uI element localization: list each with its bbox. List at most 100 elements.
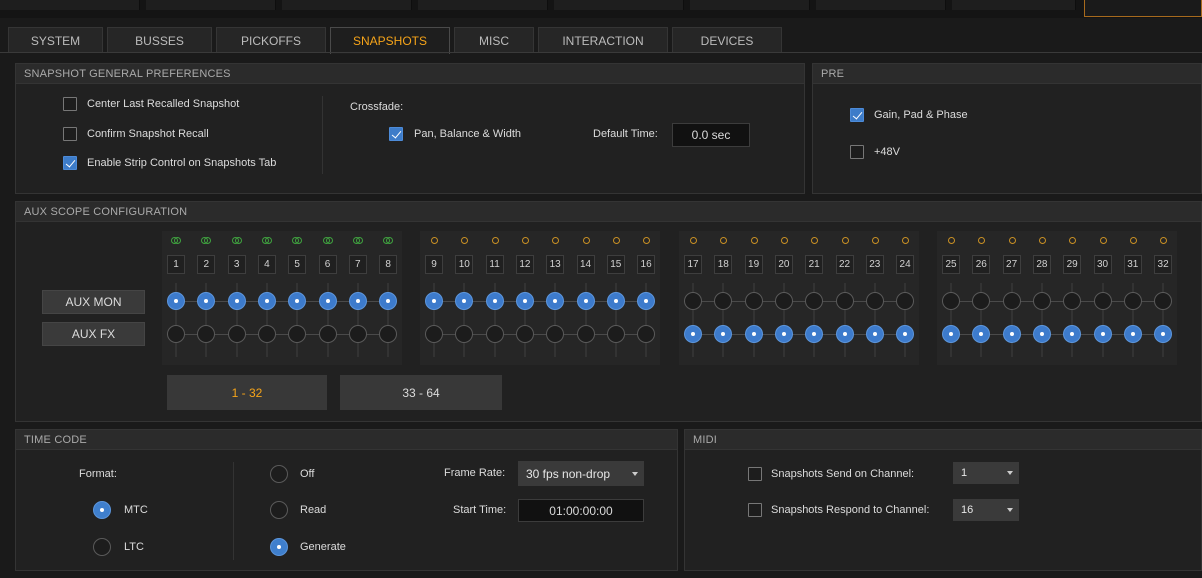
aux-fx-toggle[interactable] [972,325,991,343]
aux-mon-toggle[interactable] [606,292,625,310]
aux-fx-toggle[interactable] [288,325,307,343]
aux-mon-toggle[interactable] [865,292,884,310]
aux-fx-toggle[interactable] [1032,325,1051,343]
aux-fx-toggle[interactable] [197,325,216,343]
aux-fx-toggle[interactable] [546,325,565,343]
aux-mon-toggle[interactable] [197,292,216,310]
tab-snapshots[interactable]: SNAPSHOTS [330,27,450,54]
aux-mon-toggle[interactable] [714,292,733,310]
aux-mon-toggle[interactable] [425,292,443,310]
aux-mon-toggle[interactable] [515,292,534,310]
aux-fx-toggle[interactable] [606,325,625,343]
aux-fx-toggle[interactable] [485,325,504,343]
channel-number: 19 [744,255,763,274]
aux-fx-toggle[interactable] [576,325,595,343]
tab-pickoffs[interactable]: PICKOFFS [216,27,326,53]
aux-mon-row-button[interactable]: AUX MON [42,290,145,314]
aux-mon-toggle[interactable] [576,292,595,310]
aux-fx-toggle[interactable] [1002,325,1021,343]
aux-mon-toggle[interactable] [227,292,246,310]
aux-mon-toggle[interactable] [288,292,307,310]
mode-read-radio[interactable] [270,501,288,519]
mode-off-radio[interactable] [270,465,288,483]
aux-fx-toggle[interactable] [379,325,398,343]
respond-channel-dropdown[interactable]: 16 [953,499,1019,521]
aux-fx-toggle[interactable] [348,325,367,343]
aux-mon-toggle[interactable] [167,292,185,310]
bank-33-64-button[interactable]: 33 - 64 [340,375,502,410]
aux-fx-toggle[interactable] [835,325,854,343]
stereo-link-icon [171,236,181,244]
aux-fx-toggle[interactable] [227,325,246,343]
aux-fx-toggle[interactable] [942,325,960,343]
aux-fx-toggle[interactable] [896,325,915,343]
format-mtc-radio[interactable] [93,501,111,519]
aux-mon-toggle[interactable] [942,292,960,310]
gain-pad-phase-checkbox[interactable] [850,108,864,122]
default-time-field[interactable]: 0.0 sec [672,123,750,147]
aux-mon-toggle[interactable] [1154,292,1173,310]
aux-fx-toggle[interactable] [1063,325,1082,343]
aux-mon-toggle[interactable] [896,292,915,310]
phantom-48v-checkbox[interactable] [850,145,864,159]
aux-mon-toggle[interactable] [318,292,337,310]
aux-fx-toggle[interactable] [714,325,733,343]
aux-mon-toggle[interactable] [835,292,854,310]
tab-misc[interactable]: MISC [454,27,534,53]
aux-mon-toggle[interactable] [379,292,398,310]
aux-mon-toggle[interactable] [1032,292,1051,310]
aux-mon-toggle[interactable] [637,292,656,310]
aux-mon-toggle[interactable] [744,292,763,310]
aux-mon-toggle[interactable] [1093,292,1112,310]
aux-mon-toggle[interactable] [684,292,702,310]
aux-mon-toggle[interactable] [774,292,793,310]
aux-fx-toggle[interactable] [1154,325,1173,343]
send-channel-dropdown[interactable]: 1 [953,462,1019,484]
enable-strip-control-checkbox[interactable] [63,156,77,170]
start-time-field[interactable]: 01:00:00:00 [518,499,644,522]
confirm-recall-checkbox[interactable] [63,127,77,141]
aux-fx-toggle[interactable] [805,325,824,343]
aux-fx-toggle[interactable] [257,325,276,343]
bank-1-32-button[interactable]: 1 - 32 [167,375,327,410]
aux-mon-toggle[interactable] [1002,292,1021,310]
aux-mon-toggle[interactable] [546,292,565,310]
aux-fx-toggle[interactable] [515,325,534,343]
aux-mon-toggle[interactable] [455,292,474,310]
mode-generate-radio[interactable] [270,538,288,556]
aux-mon-toggle[interactable] [257,292,276,310]
aux-fx-toggle[interactable] [1093,325,1112,343]
format-ltc-radio[interactable] [93,538,111,556]
aux-mon-toggle[interactable] [1123,292,1142,310]
mono-indicator-icon [520,236,530,244]
aux-fx-row-button[interactable]: AUX FX [42,322,145,346]
aux-fx-toggle[interactable] [455,325,474,343]
tab-interaction[interactable]: INTERACTION [538,27,668,53]
tab-busses[interactable]: BUSSES [107,27,212,53]
aux-fx-toggle[interactable] [744,325,763,343]
aux-fx-toggle[interactable] [318,325,337,343]
aux-mon-toggle[interactable] [1063,292,1082,310]
send-on-channel-checkbox[interactable] [748,467,762,481]
aux-fx-toggle[interactable] [865,325,884,343]
tab-system[interactable]: SYSTEM [8,27,103,53]
stereo-link-icon [292,236,303,244]
aux-fx-toggle[interactable] [167,325,185,343]
aux-fx-toggle[interactable] [425,325,443,343]
respond-to-channel-checkbox[interactable] [748,503,762,517]
frame-rate-dropdown[interactable]: 30 fps non-drop [518,461,644,486]
pan-balance-width-checkbox[interactable] [389,127,403,141]
aux-mon-toggle[interactable] [348,292,367,310]
channel-number: 20 [774,255,793,274]
aux-fx-toggle[interactable] [1123,325,1142,343]
aux-mon-toggle[interactable] [805,292,824,310]
aux-fx-toggle[interactable] [774,325,793,343]
dropdown-value: 1 [961,467,968,479]
aux-fx-toggle[interactable] [684,325,702,343]
tab-devices[interactable]: DEVICES [672,27,782,53]
channel-strip: 15 [606,236,625,366]
aux-mon-toggle[interactable] [485,292,504,310]
aux-fx-toggle[interactable] [637,325,656,343]
aux-mon-toggle[interactable] [972,292,991,310]
center-last-recalled-checkbox[interactable] [63,97,77,111]
